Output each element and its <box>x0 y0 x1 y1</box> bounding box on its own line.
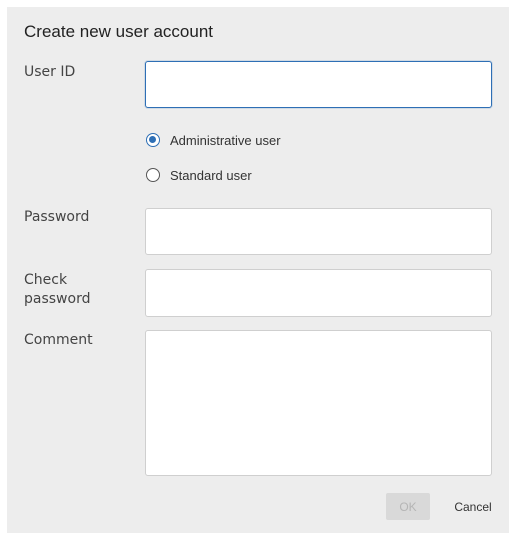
password-input[interactable] <box>145 208 492 255</box>
comment-label: Comment <box>24 332 93 348</box>
radio-unchecked-icon[interactable] <box>146 168 160 182</box>
check-password-label-line2: password <box>24 291 91 307</box>
cancel-button[interactable]: Cancel <box>447 493 499 520</box>
user-id-label: User ID <box>24 64 76 80</box>
ok-button[interactable]: OK <box>386 493 430 520</box>
dialog-title: Create new user account <box>24 22 213 41</box>
radio-administrative-user[interactable]: Administrative user <box>146 131 281 149</box>
check-password-label: Check password <box>24 271 90 309</box>
create-user-dialog: Create new user account User ID Administ… <box>7 7 509 533</box>
check-password-input[interactable] <box>145 269 492 317</box>
comment-textarea[interactable] <box>145 330 492 476</box>
user-id-input[interactable] <box>145 61 492 108</box>
check-password-label-line1: Check <box>24 272 68 288</box>
password-label: Password <box>24 209 90 225</box>
radio-administrative-user-label: Administrative user <box>170 132 281 148</box>
radio-checked-icon[interactable] <box>146 133 160 147</box>
radio-standard-user[interactable]: Standard user <box>146 166 252 184</box>
radio-standard-user-label: Standard user <box>170 167 252 183</box>
